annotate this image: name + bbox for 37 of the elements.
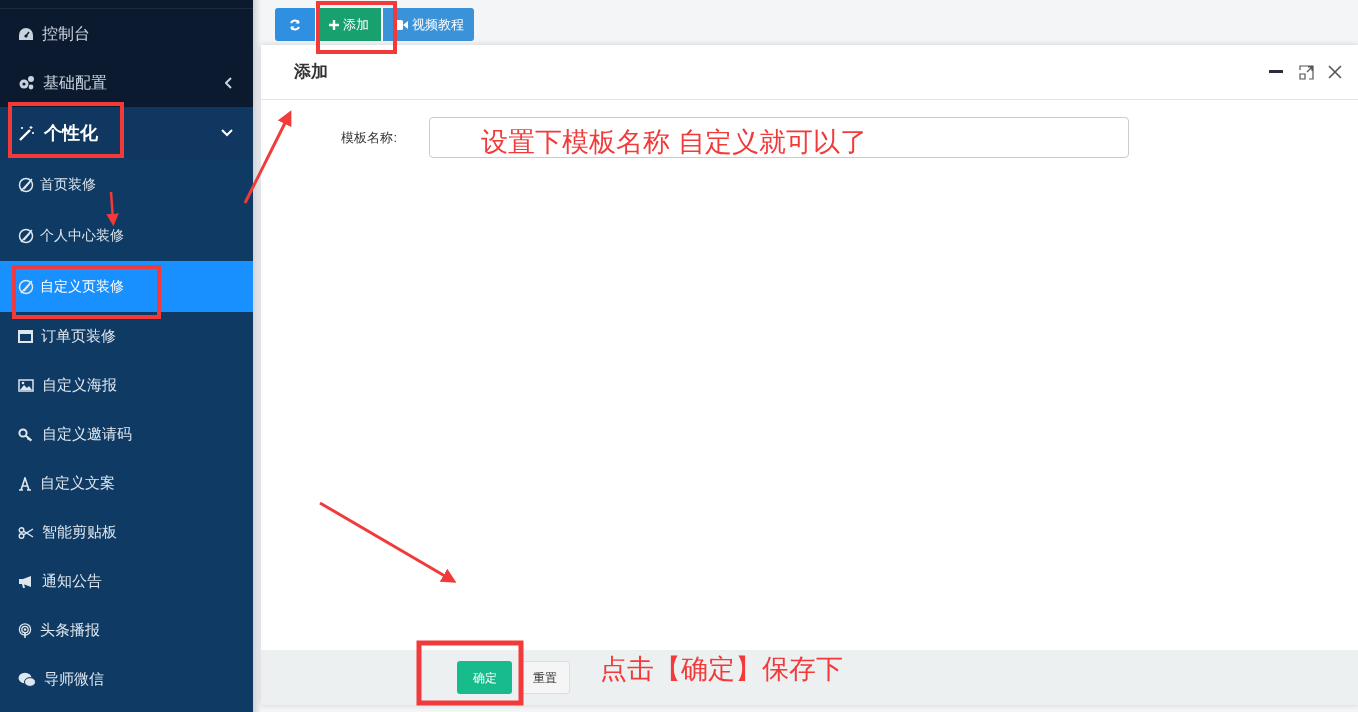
- sidebar-subitem[interactable]: 智能剪贴板: [0, 508, 253, 557]
- sidebar-item[interactable]: 个性化: [0, 107, 253, 159]
- annotation-note: 点击【确定】保存下: [600, 653, 843, 686]
- sidebar-subitem[interactable]: 头条播报: [0, 606, 253, 655]
- maximize-icon[interactable]: [1299, 64, 1314, 80]
- plus-icon: [329, 19, 339, 30]
- refresh-button[interactable]: [275, 8, 315, 41]
- sidebar-subitem[interactable]: 个人中心装修: [0, 210, 253, 261]
- scissors-icon: [18, 526, 34, 539]
- chevron-down-icon: [221, 129, 233, 137]
- chat-bubbles-icon: [18, 672, 36, 687]
- template-name-field[interactable]: [429, 117, 1129, 158]
- gears-icon: [18, 75, 35, 90]
- field-label: 模板名称:: [340, 128, 398, 147]
- close-icon[interactable]: [1328, 65, 1342, 79]
- chevron-left-icon: [225, 76, 233, 89]
- sidebar-subitem[interactable]: 通知公告: [0, 557, 253, 606]
- dialog-title: 添加: [294, 61, 328, 84]
- sidebar-subitem[interactable]: 首页装修: [0, 159, 253, 210]
- megaphone-icon: [18, 575, 34, 588]
- annotation-arrow: [106, 191, 119, 227]
- sidebar-subitem[interactable]: 订单页装修: [0, 312, 253, 361]
- sidebar-subitem[interactable]: 导师微信: [0, 655, 253, 704]
- refresh-icon: [289, 18, 301, 31]
- magic-wand-icon: [18, 125, 35, 141]
- sidebar-subitem[interactable]: 自定义文案: [0, 459, 253, 508]
- sidebar-item[interactable]: 控制台: [0, 9, 253, 58]
- letter-icon: [18, 476, 32, 491]
- dashboard-icon: [18, 26, 34, 41]
- broadcast-icon: [18, 622, 32, 639]
- window-icon: [18, 330, 33, 343]
- sidebar-subitem[interactable]: 自定义海报: [0, 361, 253, 410]
- sidebar-item[interactable]: 基础配置: [0, 58, 253, 107]
- minimize-icon[interactable]: [1269, 70, 1283, 74]
- image-icon: [18, 379, 34, 392]
- sidebar-subitem[interactable]: 自定义邀请码: [0, 410, 253, 459]
- annotation-note: 设置下模板名称 自定义就可以了: [481, 126, 867, 159]
